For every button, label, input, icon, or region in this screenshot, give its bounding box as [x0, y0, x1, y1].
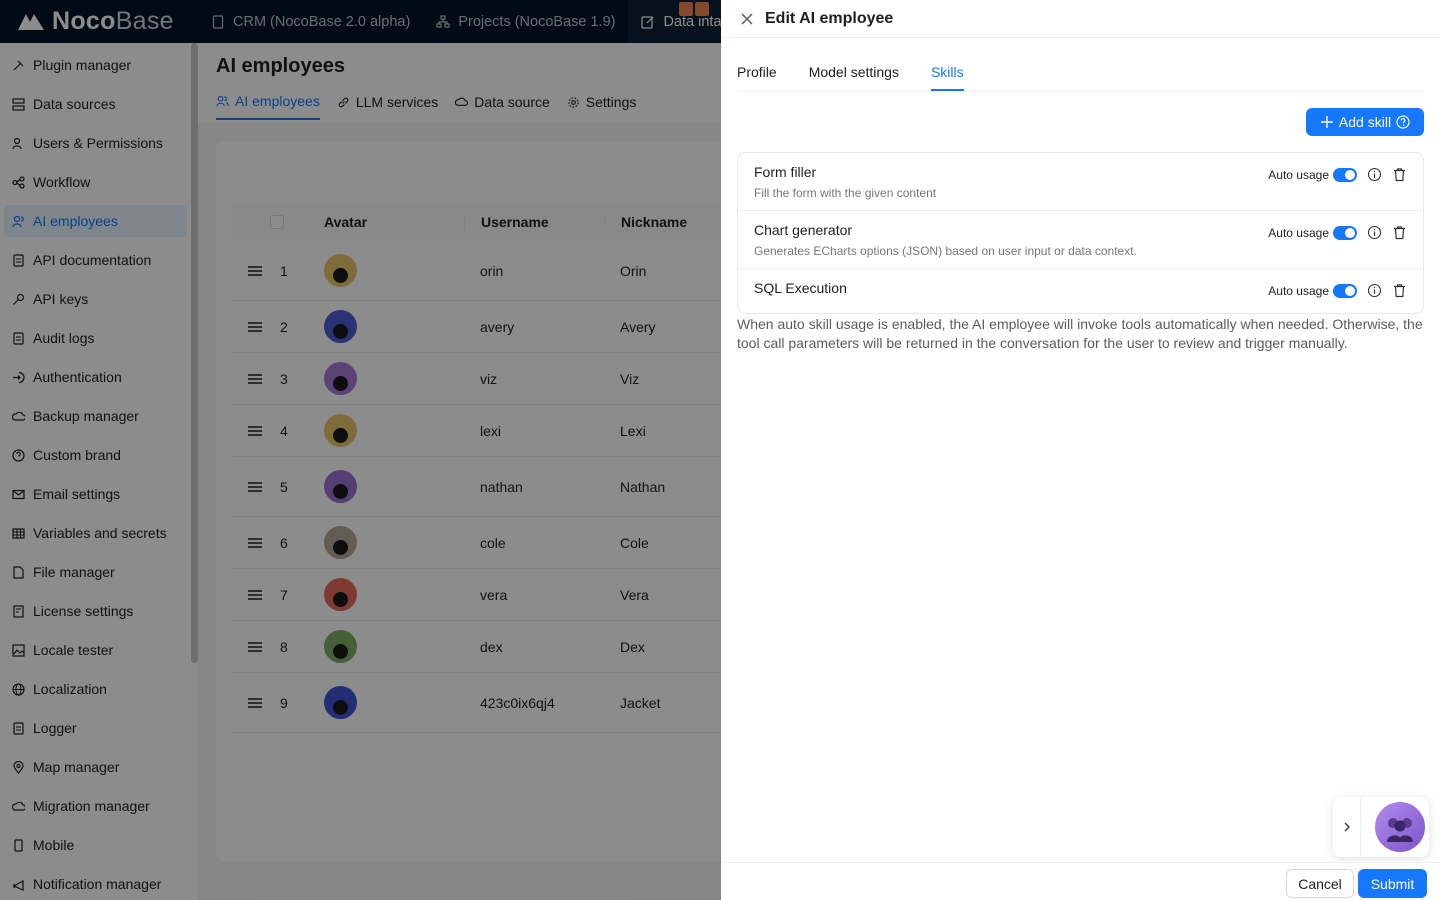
tab-profile[interactable]: Profile [737, 64, 777, 91]
skill-item-sql-execution: SQL Execution Auto usage [738, 269, 1423, 313]
auto-usage-toggle[interactable] [1333, 225, 1357, 240]
add-skill-button[interactable]: Add skill [1306, 108, 1424, 136]
drawer-footer: Cancel Submit [721, 862, 1440, 900]
info-icon[interactable] [1367, 225, 1382, 240]
skills-list: Form filler Fill the form with the given… [737, 152, 1424, 314]
help-icon[interactable] [1396, 115, 1410, 129]
drawer-title: Edit AI employee [765, 9, 894, 27]
skill-item-form-filler: Form filler Fill the form with the given… [738, 153, 1423, 211]
auto-usage-label: Auto usage [1268, 283, 1329, 298]
info-icon[interactable] [1367, 167, 1382, 182]
people-icon [1387, 818, 1413, 842]
auto-usage-note: When auto skill usage is enabled, the AI… [737, 316, 1423, 351]
delete-icon[interactable] [1392, 167, 1407, 182]
auto-usage-label: Auto usage [1268, 225, 1329, 240]
skill-description: Fill the form with the given content [754, 186, 937, 200]
tab-model-settings[interactable]: Model settings [809, 64, 899, 91]
skill-actions: Auto usage [1268, 167, 1407, 182]
delete-icon[interactable] [1392, 225, 1407, 240]
skill-actions: Auto usage [1268, 225, 1407, 240]
chevron-right-icon[interactable] [1333, 797, 1361, 857]
drawer-tabs: Profile Model settings Skills [737, 64, 1424, 92]
skill-description: Generates ECharts options (JSON) based o… [754, 244, 1137, 258]
auto-usage-label: Auto usage [1268, 167, 1329, 182]
skill-actions: Auto usage [1268, 283, 1407, 298]
cancel-button[interactable]: Cancel [1286, 869, 1354, 898]
drawer-header: Edit AI employee [721, 0, 1440, 38]
ai-assistant-launcher[interactable] [1333, 797, 1429, 857]
drawer-mask[interactable] [0, 0, 721, 900]
close-icon[interactable] [739, 11, 755, 27]
auto-usage-toggle[interactable] [1333, 283, 1357, 298]
submit-button[interactable]: Submit [1358, 869, 1427, 898]
plus-icon [1320, 116, 1333, 128]
ai-team-avatar[interactable] [1375, 802, 1425, 852]
tab-skills[interactable]: Skills [930, 64, 964, 91]
info-icon[interactable] [1367, 283, 1382, 298]
skill-item-chart-generator: Chart generator Generates ECharts option… [738, 211, 1423, 269]
delete-icon[interactable] [1392, 283, 1407, 298]
edit-ai-employee-drawer: Edit AI employee Profile Model settings … [721, 0, 1440, 900]
auto-usage-toggle[interactable] [1333, 167, 1357, 182]
